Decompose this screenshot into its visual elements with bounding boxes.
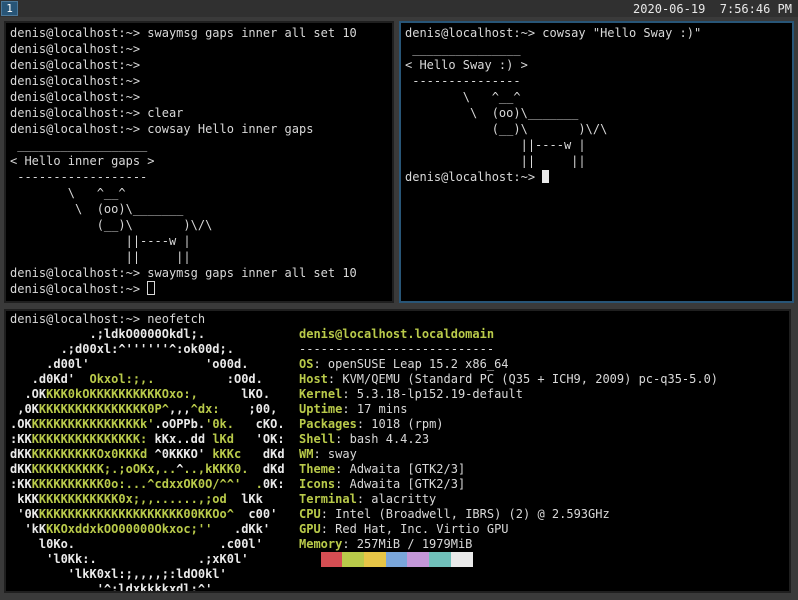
palette-swatch-5 <box>407 552 429 567</box>
clock: 2020-06-19 7:56:46 PM <box>633 2 798 16</box>
palette-swatch-2 <box>342 552 364 567</box>
status-bar: 1 2020-06-19 7:56:46 PM <box>0 0 798 17</box>
cursor-hollow <box>147 281 155 295</box>
palette-swatch-3 <box>364 552 386 567</box>
palette-swatch-7 <box>451 552 473 567</box>
sway-desktop: { "bar": { "workspace": "1", "clock": "2… <box>0 0 798 600</box>
workspace-label: 1 <box>6 2 13 15</box>
terminal-window-bottom-neofetch[interactable]: denis@localhost:~> neofetch .;ldkO0000Ok… <box>4 309 791 593</box>
palette-swatch-6 <box>429 552 451 567</box>
terminal-window-top-right-focused[interactable]: denis@localhost:~> cowsay "Hello Sway :)… <box>399 21 794 303</box>
terminal-window-top-left[interactable]: denis@localhost:~> swaymsg gaps inner al… <box>4 21 394 303</box>
palette-swatch-4 <box>386 552 408 567</box>
cursor-block <box>542 170 549 183</box>
terminal-output-top-right: denis@localhost:~> cowsay "Hello Sway :)… <box>401 23 792 185</box>
terminal-output-bottom: denis@localhost:~> neofetch .;ldkO0000Ok… <box>6 311 789 593</box>
palette-swatch-0 <box>299 552 321 567</box>
workspace-button-1[interactable]: 1 <box>1 1 18 16</box>
palette-swatch-1 <box>321 552 343 567</box>
terminal-output-top-left: denis@localhost:~> swaymsg gaps inner al… <box>6 23 392 297</box>
